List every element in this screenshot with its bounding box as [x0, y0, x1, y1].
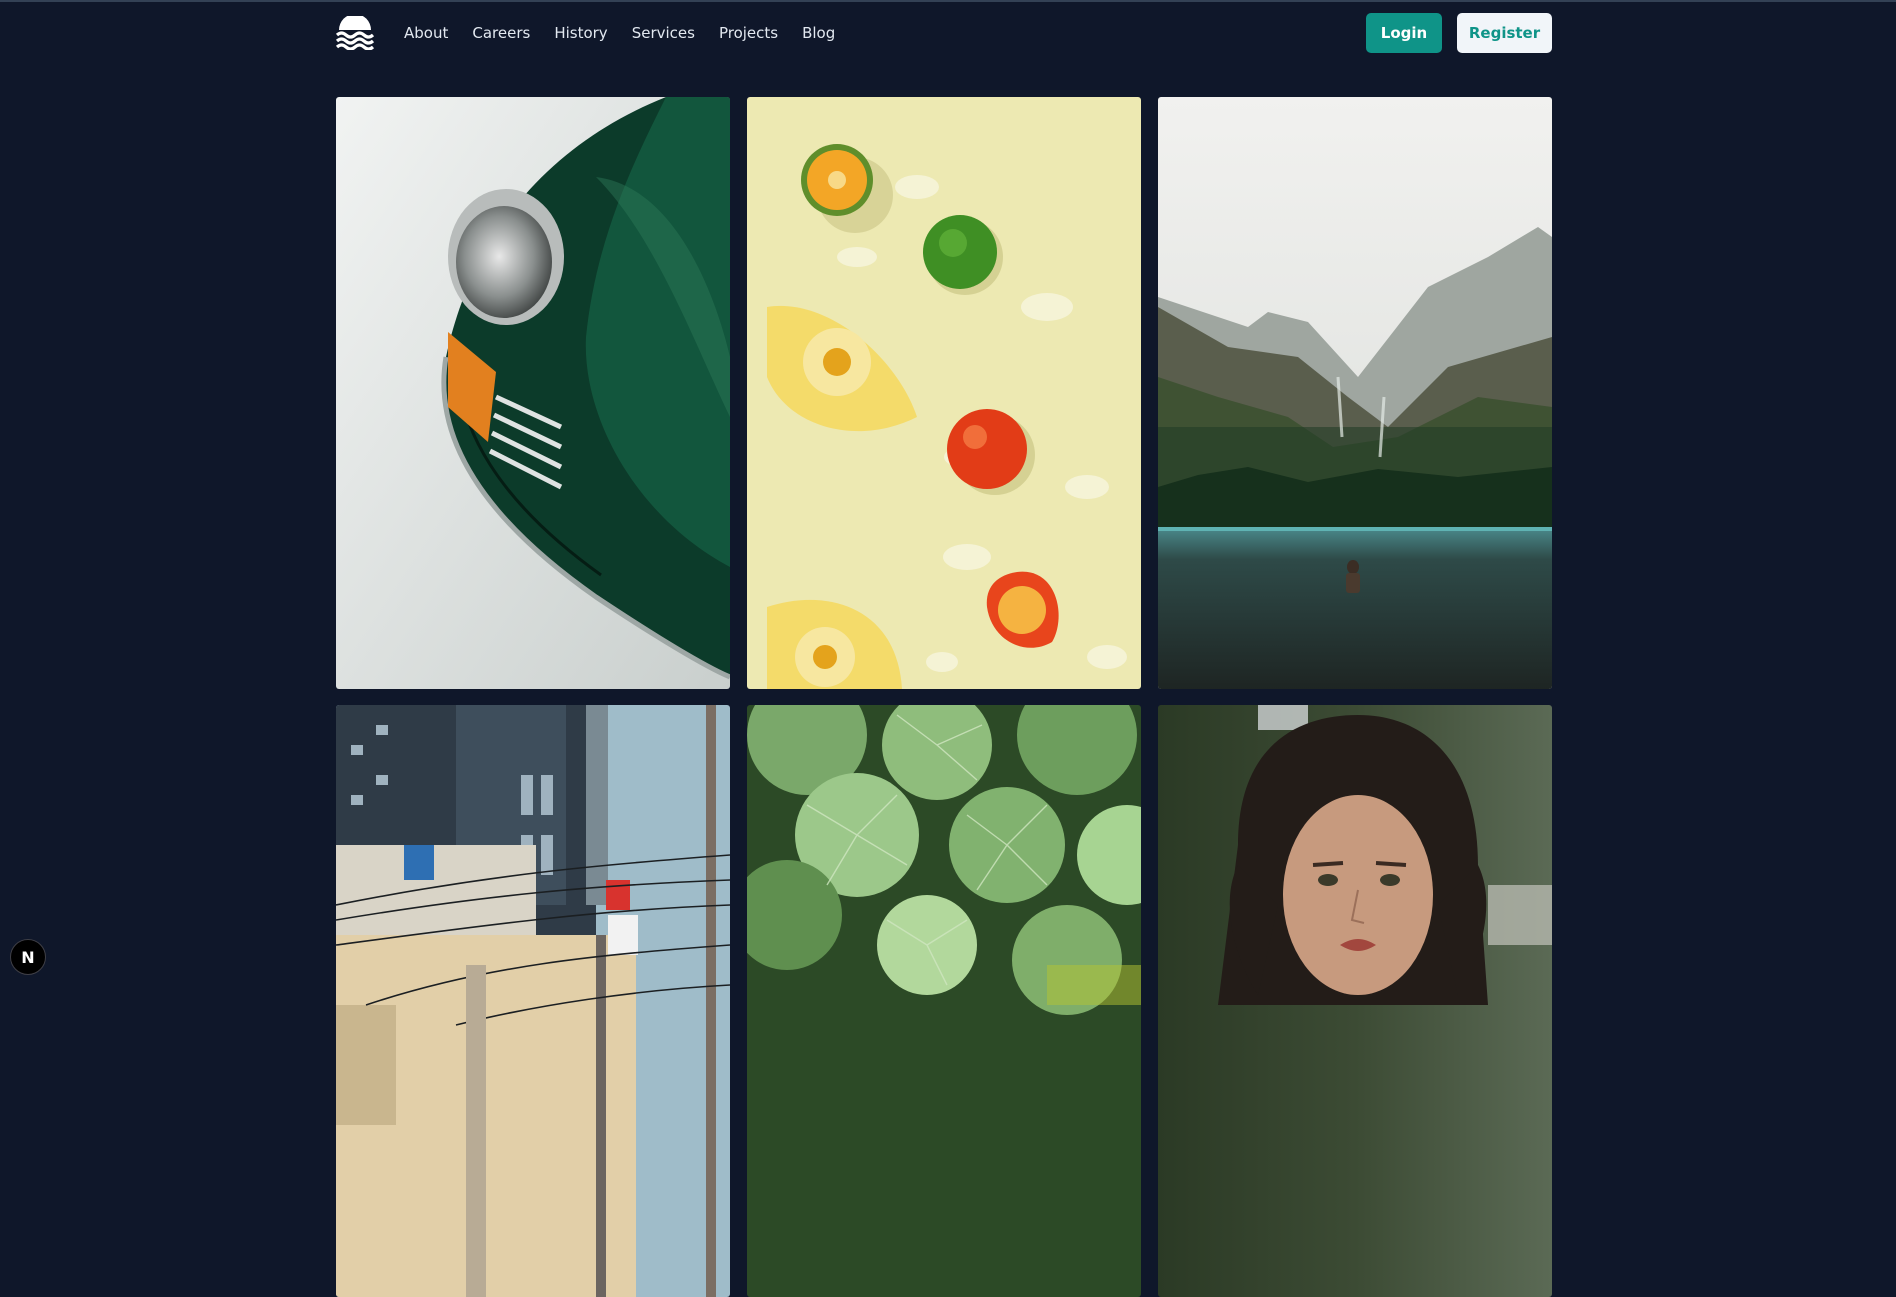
photo-card-leaves[interactable]	[747, 705, 1141, 1297]
nav-link-services[interactable]: Services	[632, 24, 695, 42]
photo-card-fruits[interactable]	[747, 97, 1141, 689]
auth-actions: Login Register	[1366, 13, 1552, 53]
mountain-lake-photo	[1158, 97, 1552, 689]
city-street-photo	[336, 705, 730, 1297]
waves-logo-icon[interactable]	[336, 16, 374, 50]
main-menu: About Careers History Services Projects …	[404, 24, 859, 42]
photo-card-car[interactable]	[336, 97, 730, 689]
nav-link-careers[interactable]: Careers	[472, 24, 530, 42]
photo-card-portrait[interactable]	[1158, 705, 1552, 1297]
car-headlight-photo	[336, 97, 730, 689]
nav-link-about[interactable]: About	[404, 24, 448, 42]
nasturtium-leaves-photo	[747, 705, 1141, 1297]
dev-tools-badge[interactable]: N	[10, 939, 46, 975]
photo-card-lake[interactable]	[1158, 97, 1552, 689]
nav-link-blog[interactable]: Blog	[802, 24, 835, 42]
photo-card-city[interactable]	[336, 705, 730, 1297]
woman-portrait-photo	[1158, 705, 1552, 1297]
top-navigation: About Careers History Services Projects …	[336, 0, 1552, 66]
citrus-fruits-photo	[747, 97, 1141, 689]
photo-gallery	[336, 97, 1552, 1297]
login-button[interactable]: Login	[1366, 13, 1442, 53]
nav-link-history[interactable]: History	[554, 24, 607, 42]
nav-link-projects[interactable]: Projects	[719, 24, 778, 42]
dev-tools-badge-label: N	[21, 947, 35, 967]
register-button[interactable]: Register	[1457, 13, 1552, 53]
